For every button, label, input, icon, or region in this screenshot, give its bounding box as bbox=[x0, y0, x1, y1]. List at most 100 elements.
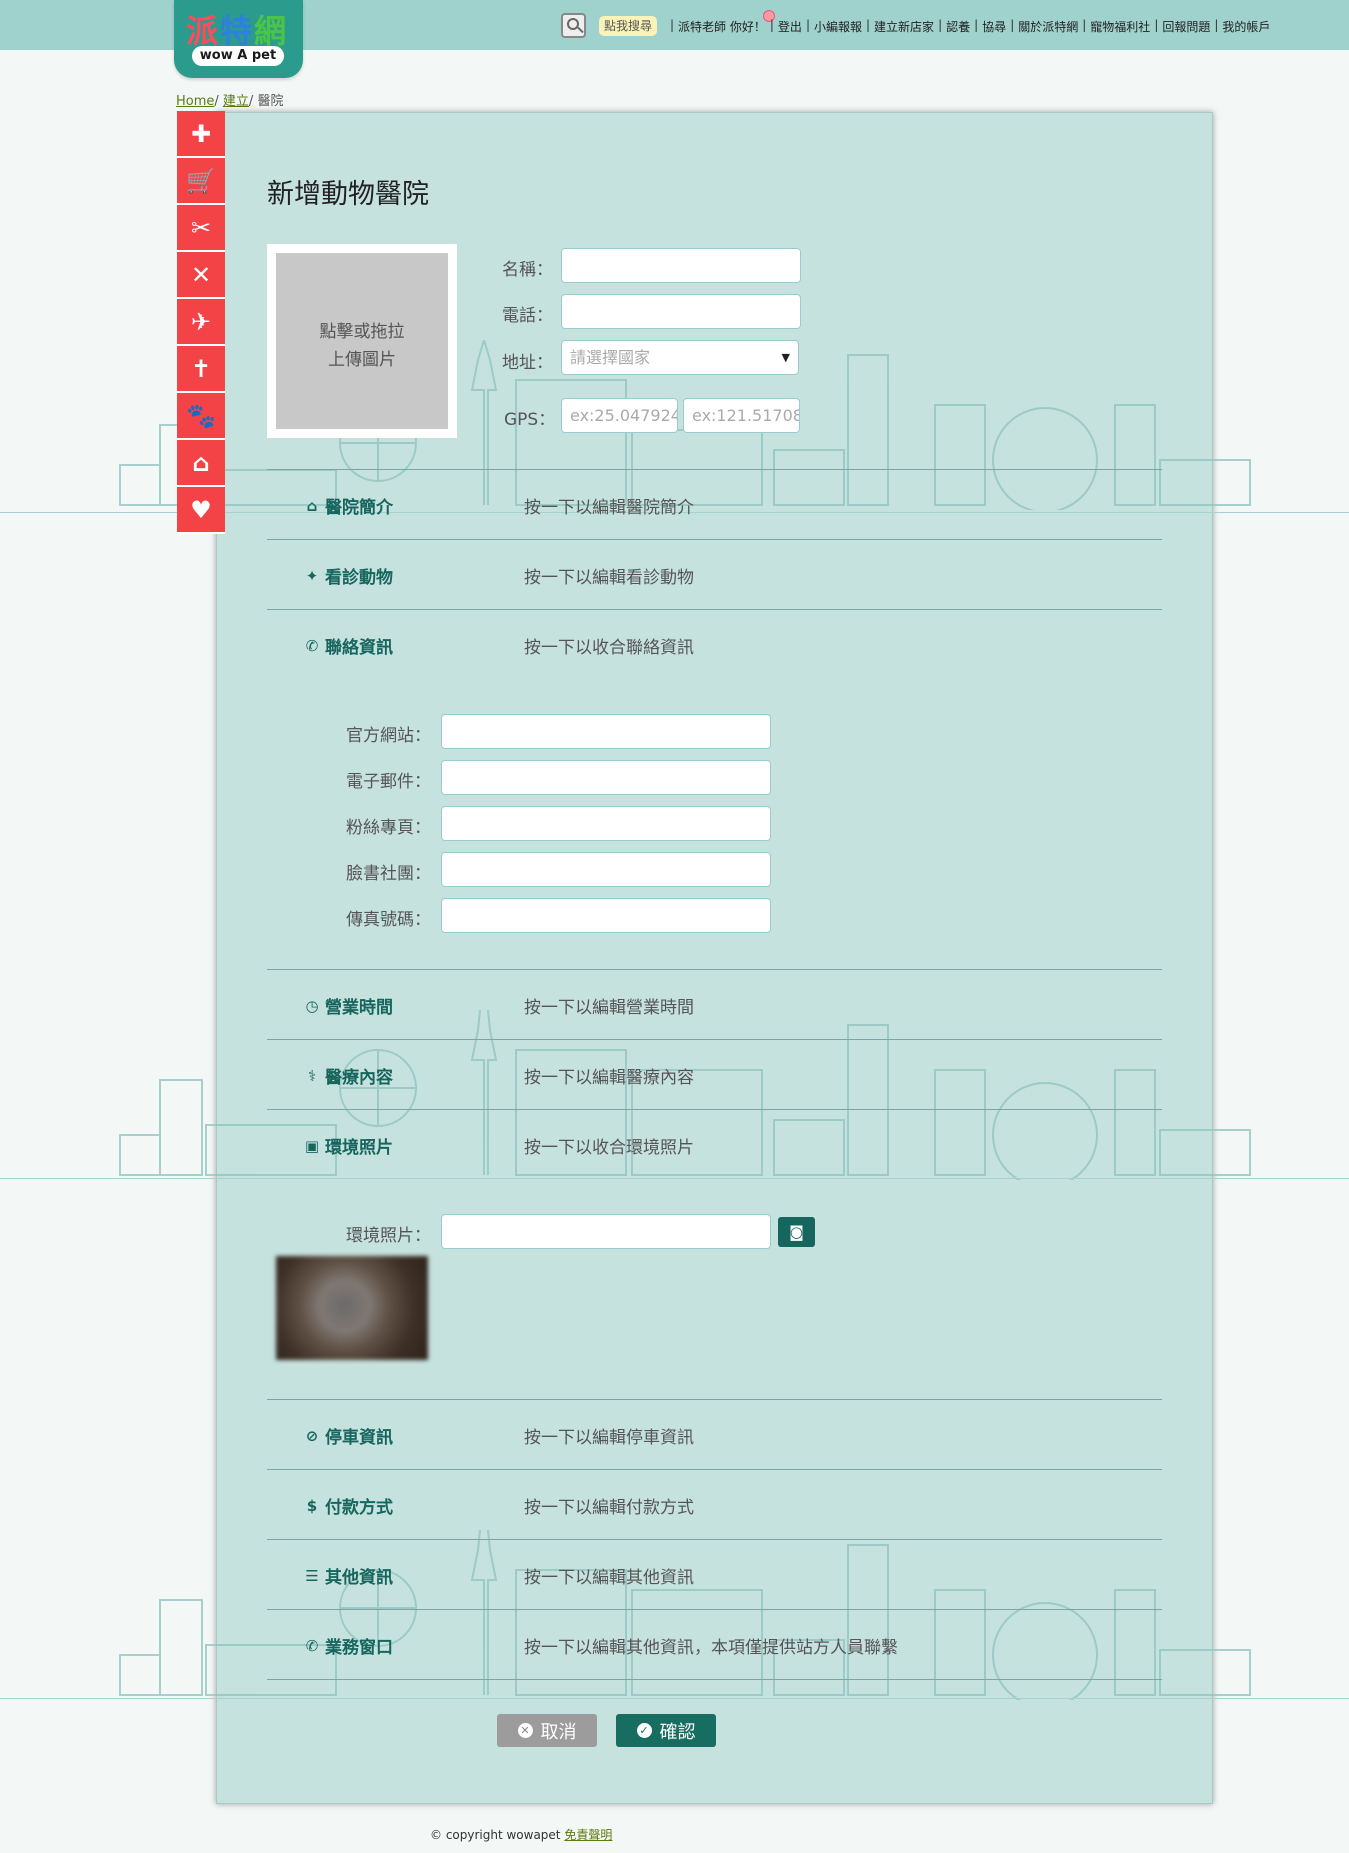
nav-create-store[interactable]: 建立新店家 bbox=[874, 18, 934, 35]
gps-label: GPS： bbox=[504, 410, 556, 430]
nav-report[interactable]: 回報問題 bbox=[1162, 18, 1210, 35]
nav-logout[interactable]: 登出 bbox=[778, 18, 802, 35]
fanpage-input[interactable] bbox=[441, 806, 771, 841]
divider bbox=[267, 1109, 1162, 1110]
divider bbox=[267, 1679, 1162, 1680]
image-upload[interactable]: 點擊或拖拉 上傳圖片 bbox=[267, 244, 457, 438]
photos-input[interactable] bbox=[441, 1214, 771, 1249]
section-photos[interactable]: ▣ 環境照片 bbox=[305, 1133, 393, 1159]
stethoscope-icon: ⚕ bbox=[307, 1066, 317, 1085]
section-animals-hint[interactable]: 按一下以編輯看診動物 bbox=[524, 563, 694, 588]
email-label: 電子郵件： bbox=[346, 772, 431, 792]
section-other[interactable]: ☰ 其他資訊 bbox=[305, 1563, 393, 1589]
category-hospital-icon[interactable]: ✚ bbox=[177, 111, 225, 158]
phone-icon: ✆ bbox=[305, 636, 319, 655]
nav-lost[interactable]: 協尋 bbox=[982, 18, 1006, 35]
breadcrumb-create[interactable]: 建立 bbox=[223, 94, 249, 109]
fax-label: 傳真號碼： bbox=[346, 910, 431, 930]
phone-icon: ✆ bbox=[305, 1636, 319, 1655]
section-intro[interactable]: ⌂ 醫院簡介 bbox=[307, 493, 393, 519]
gps-lat-input[interactable]: ex:25.047924 bbox=[561, 398, 678, 433]
environment-photo-thumbnail[interactable] bbox=[276, 1256, 428, 1360]
nav-account[interactable]: 我的帳戶 bbox=[1222, 18, 1270, 35]
search-icon[interactable] bbox=[561, 13, 586, 38]
category-care-icon[interactable]: ♥ bbox=[177, 487, 225, 534]
ground-line bbox=[0, 1698, 1349, 1699]
category-memorial-icon[interactable]: ✝ bbox=[177, 346, 225, 393]
close-icon: ✕ bbox=[517, 1723, 533, 1738]
nav-adopt[interactable]: 認養 bbox=[946, 18, 970, 35]
section-medical[interactable]: ⚕ 醫療內容 bbox=[308, 1063, 393, 1089]
category-adopt-icon[interactable]: ⌂ bbox=[177, 440, 225, 487]
section-parking[interactable]: ⊘ 停車資訊 bbox=[306, 1423, 393, 1449]
address-label: 地址： bbox=[502, 353, 553, 373]
phone-input[interactable] bbox=[561, 294, 801, 329]
clock-icon: ◷ bbox=[305, 996, 319, 1015]
section-parking-hint[interactable]: 按一下以編輯停車資訊 bbox=[524, 1423, 694, 1448]
logo-english: wow A pet bbox=[192, 46, 284, 66]
section-business-contact-hint[interactable]: 按一下以編輯其他資訊，本項僅提供站方人員聯繫 bbox=[524, 1633, 898, 1658]
section-contact[interactable]: ✆ 聯絡資訊 bbox=[306, 633, 393, 659]
name-input[interactable] bbox=[561, 248, 801, 283]
divider bbox=[267, 969, 1162, 970]
breadcrumb: Home/ 建立/ 醫院 bbox=[176, 94, 284, 109]
section-hours[interactable]: ◷ 營業時間 bbox=[305, 993, 393, 1019]
fax-input[interactable] bbox=[441, 898, 771, 933]
disclaimer-link[interactable]: 免責聲明 bbox=[564, 1828, 612, 1842]
camera-icon[interactable]: ◙ bbox=[778, 1217, 815, 1247]
nav-welfare[interactable]: 寵物福利社 bbox=[1090, 18, 1150, 35]
divider bbox=[267, 1609, 1162, 1610]
divider bbox=[267, 609, 1162, 610]
upload-dropzone[interactable]: 點擊或拖拉 上傳圖片 bbox=[276, 253, 448, 429]
section-photos-hint[interactable]: 按一下以收合環境照片 bbox=[524, 1133, 694, 1158]
category-grooming-icon[interactable]: ✂ bbox=[177, 205, 225, 252]
divider bbox=[267, 1539, 1162, 1540]
email-input[interactable] bbox=[441, 760, 771, 795]
section-contact-hint[interactable]: 按一下以收合聯絡資訊 bbox=[524, 633, 694, 658]
category-restaurant-icon[interactable]: ✕ bbox=[177, 252, 225, 299]
parking-icon: ⊘ bbox=[305, 1426, 319, 1445]
website-label: 官方網站： bbox=[346, 726, 431, 746]
chevron-down-icon: ▼ bbox=[781, 351, 790, 364]
section-hours-hint[interactable]: 按一下以編輯營業時間 bbox=[524, 993, 694, 1018]
divider bbox=[267, 1039, 1162, 1040]
fb-group-label: 臉書社團： bbox=[346, 864, 431, 884]
phone-label: 電話： bbox=[502, 306, 553, 326]
divider bbox=[267, 1469, 1162, 1470]
category-bar: ✚ 🛒 ✂ ✕ ✈ ✝ 🐾 ⌂ ♥ bbox=[177, 111, 225, 534]
cancel-button[interactable]: ✕ 取消 bbox=[497, 1714, 597, 1747]
nav-about[interactable]: 關於派特網 bbox=[1018, 18, 1078, 35]
section-payment-hint[interactable]: 按一下以編輯付款方式 bbox=[524, 1493, 694, 1518]
confirm-button[interactable]: ✓ 確認 bbox=[616, 1714, 716, 1747]
search-label[interactable]: 點我搜尋 bbox=[599, 16, 658, 36]
picture-icon: ▣ bbox=[304, 1136, 320, 1155]
check-icon: ✓ bbox=[636, 1723, 652, 1738]
divider bbox=[267, 469, 1162, 470]
breadcrumb-home[interactable]: Home bbox=[176, 94, 214, 109]
dollar-icon: $ bbox=[306, 1496, 318, 1515]
list-icon: ☰ bbox=[305, 1566, 319, 1585]
category-shop-icon[interactable]: 🛒 bbox=[177, 158, 225, 205]
website-input[interactable] bbox=[441, 714, 771, 749]
gps-lng-input[interactable]: ex:121.517081 bbox=[683, 398, 800, 433]
breadcrumb-current: 醫院 bbox=[257, 94, 284, 109]
country-select[interactable]: 請選擇國家 ▼ bbox=[561, 340, 799, 375]
section-business-contact[interactable]: ✆ 業務窗口 bbox=[306, 1633, 393, 1659]
section-other-hint[interactable]: 按一下以編輯其他資訊 bbox=[524, 1563, 694, 1588]
category-travel-icon[interactable]: ✈ bbox=[177, 299, 225, 346]
bird-icon: ✦ bbox=[305, 566, 319, 585]
fb-group-input[interactable] bbox=[441, 852, 771, 887]
section-medical-hint[interactable]: 按一下以編輯醫療內容 bbox=[524, 1063, 694, 1088]
section-intro-hint[interactable]: 按一下以編輯醫院簡介 bbox=[524, 493, 694, 518]
page-title: 新增動物醫院 bbox=[267, 179, 429, 210]
divider bbox=[267, 1399, 1162, 1400]
nav-news[interactable]: 小編報報 bbox=[814, 18, 862, 35]
section-payment[interactable]: $ 付款方式 bbox=[307, 1493, 393, 1519]
category-lost-icon[interactable]: 🐾 bbox=[177, 393, 225, 440]
name-label: 名稱： bbox=[502, 260, 553, 280]
section-animals[interactable]: ✦ 看診動物 bbox=[306, 563, 393, 589]
site-logo[interactable]: 派特網 wow A pet bbox=[174, 0, 303, 78]
home-icon: ⌂ bbox=[306, 496, 318, 515]
nav-greeting[interactable]: 派特老師 你好！ bbox=[678, 18, 766, 35]
fanpage-label: 粉絲專頁： bbox=[346, 818, 431, 838]
